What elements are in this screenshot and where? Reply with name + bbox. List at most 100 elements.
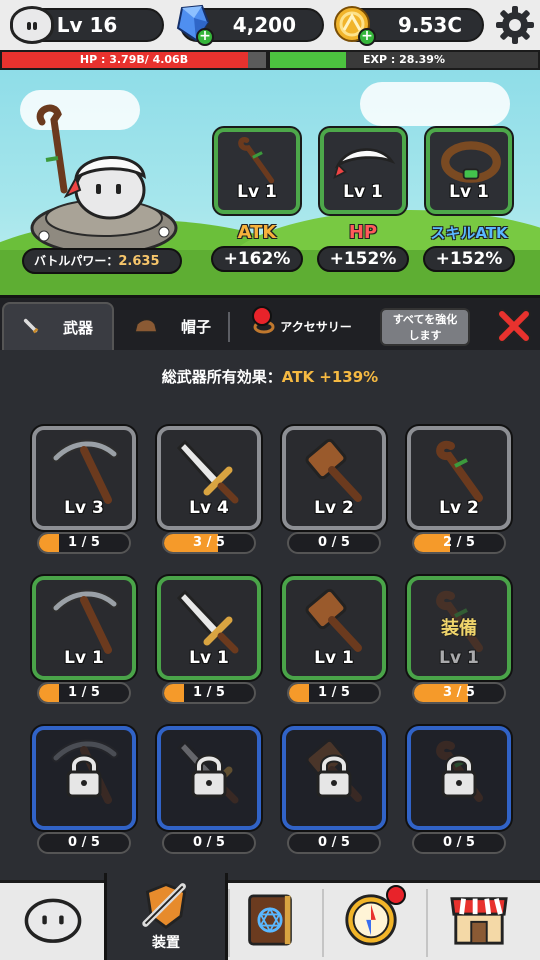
gear-icon[interactable] <box>494 4 536 46</box>
status-bar: HP : 3.79B/ 4.06B EXP : 28.39% <box>0 50 540 70</box>
weapon-progress-text: 2 / 5 <box>443 535 475 550</box>
player-character-icon[interactable] <box>24 100 184 270</box>
weapon-progress-text: 3 / 5 <box>193 535 225 550</box>
weapon-level: Lv 1 <box>64 648 104 668</box>
headband-icon <box>333 148 396 179</box>
skill-atk-bonus-label: スキルATK <box>430 224 508 242</box>
tab-weapons[interactable]: 武器 <box>2 302 114 350</box>
nav-equipment[interactable]: 装置 <box>104 873 228 960</box>
weapon-progress-text: 0 / 5 <box>318 835 350 850</box>
nav-divider <box>426 889 428 957</box>
weapon-progress: 1 / 5 <box>37 532 131 554</box>
weapon-level: Lv 3 <box>64 498 104 518</box>
weapon-progress-text: 1 / 5 <box>68 535 100 550</box>
weapon-progress-text: 0 / 5 <box>193 835 225 850</box>
weapon-level: Lv 4 <box>189 498 229 518</box>
sword-icon <box>23 318 39 334</box>
weapon-card[interactable]: 装備 Lv 1 <box>407 576 511 680</box>
equipped-label: 装備 <box>441 618 477 639</box>
equipped-accessory-level: Lv 1 <box>449 182 489 202</box>
nav-adventure[interactable] <box>326 883 430 960</box>
equipment-tabs: 武器 帽子 アクセサリー すべてを強化 します <box>0 298 540 350</box>
weapon-card[interactable]: Lv 1 <box>282 576 386 680</box>
equipped-hat-slot[interactable]: Lv 1 <box>320 128 406 214</box>
weapon-card[interactable] <box>157 726 261 830</box>
weapon-progress-text: 0 / 5 <box>318 535 350 550</box>
close-icon[interactable] <box>496 308 532 344</box>
weapon-progress-text: 0 / 5 <box>68 835 100 850</box>
nav-equipment-label: 装置 <box>152 935 180 951</box>
total-owned-effect-value: ATK +139% <box>281 368 379 386</box>
weapon-progress: 1 / 5 <box>37 682 131 704</box>
weapon-card[interactable] <box>407 726 511 830</box>
hp-bonus-value: +152% <box>317 246 409 272</box>
weapon-progress-text: 1 / 5 <box>193 685 225 700</box>
weapon-card[interactable]: Lv 1 <box>157 576 261 680</box>
top-bar: Lv 16 + 4,200 + 9.53C <box>0 0 540 50</box>
total-owned-effect-label: 総武器所有効果： <box>161 368 282 386</box>
atk-bonus-label: ATK <box>237 222 277 243</box>
weapon-level: Lv 1 <box>189 648 229 668</box>
weapon-level: Lv 1 <box>439 648 479 668</box>
equipment-icon <box>142 883 187 930</box>
weapon-progress: 3 / 5 <box>412 682 506 704</box>
equipped-accessory-slot[interactable]: Lv 1 <box>426 128 512 214</box>
weapon-progress: 0 / 5 <box>37 832 131 854</box>
weapon-level: Lv 2 <box>314 498 354 518</box>
equipment-panel: 武器 帽子 アクセサリー すべてを強化 します 総武器所有効果：ATK +139%… <box>0 295 540 880</box>
weapon-card[interactable] <box>282 726 386 830</box>
weapon-progress: 1 / 5 <box>162 682 256 704</box>
weapon-card[interactable]: Lv 1 <box>32 576 136 680</box>
weapon-progress-text: 0 / 5 <box>443 835 475 850</box>
weapon-level: Lv 1 <box>314 648 354 668</box>
tab-accessories-label: アクセサリー <box>280 319 352 334</box>
enhance-all-button[interactable]: すべてを強化 します <box>380 308 470 346</box>
bracelet-icon <box>441 141 501 183</box>
weapon-progress-text: 1 / 5 <box>68 685 100 700</box>
nav-divider <box>322 889 324 957</box>
nav-spellbook[interactable] <box>230 883 334 960</box>
hp-bonus-label: HP <box>348 222 378 243</box>
weapon-level: Lv 2 <box>439 498 479 518</box>
buy-gems-button[interactable]: + <box>196 28 214 46</box>
lock-icon <box>441 754 477 798</box>
weapon-progress: 2 / 5 <box>412 532 506 554</box>
player-avatar-icon[interactable] <box>10 6 54 44</box>
battle-scene: Lv 1 Lv 1 Lv 1 ATK HP スキルATK +162% +152%… <box>0 70 540 295</box>
character-icon <box>24 898 82 943</box>
equipped-weapon-level: Lv 1 <box>237 182 277 202</box>
hat-icon <box>134 318 158 333</box>
battle-power-value: 2.635 <box>118 254 160 269</box>
equipped-weapon-slot[interactable]: Lv 1 <box>214 128 300 214</box>
cloud <box>360 82 510 126</box>
weapon-card[interactable]: Lv 2 <box>282 426 386 530</box>
nav-character[interactable] <box>0 883 104 960</box>
weapon-progress: 3 / 5 <box>162 532 256 554</box>
tab-hats-label: 帽子 <box>180 317 211 336</box>
bottom-nav: 装置 <box>0 873 540 960</box>
weapon-progress: 0 / 5 <box>162 832 256 854</box>
atk-bonus-value: +162% <box>211 246 303 272</box>
weapon-progress: 0 / 5 <box>287 832 381 854</box>
weapon-progress-text: 1 / 5 <box>318 685 350 700</box>
weapon-progress-text: 3 / 5 <box>443 685 475 700</box>
tab-hats[interactable]: 帽子 <box>118 302 226 350</box>
nav-shop[interactable] <box>430 883 534 960</box>
lock-icon <box>316 754 352 798</box>
tab-divider <box>228 312 230 342</box>
equipped-hat-level: Lv 1 <box>343 182 383 202</box>
weapon-card[interactable]: Lv 4 <box>157 426 261 530</box>
weapon-card[interactable]: Lv 2 <box>407 426 511 530</box>
spellbook-icon <box>248 894 292 946</box>
shop-icon <box>450 897 508 945</box>
hp-text: HP : 3.79B/ 4.06B <box>79 53 189 66</box>
total-owned-effect: 総武器所有効果：ATK +139% <box>0 366 540 387</box>
weapon-progress: 0 / 5 <box>287 532 381 554</box>
buy-coins-button[interactable]: + <box>358 28 376 46</box>
weapon-card[interactable]: Lv 3 <box>32 426 136 530</box>
lock-icon <box>66 754 102 798</box>
notification-dot <box>386 885 406 905</box>
enhance-all-label: すべてを強化 します <box>392 313 458 342</box>
weapon-card[interactable] <box>32 726 136 830</box>
battle-power: バトルパワー：2.635 <box>22 248 182 274</box>
